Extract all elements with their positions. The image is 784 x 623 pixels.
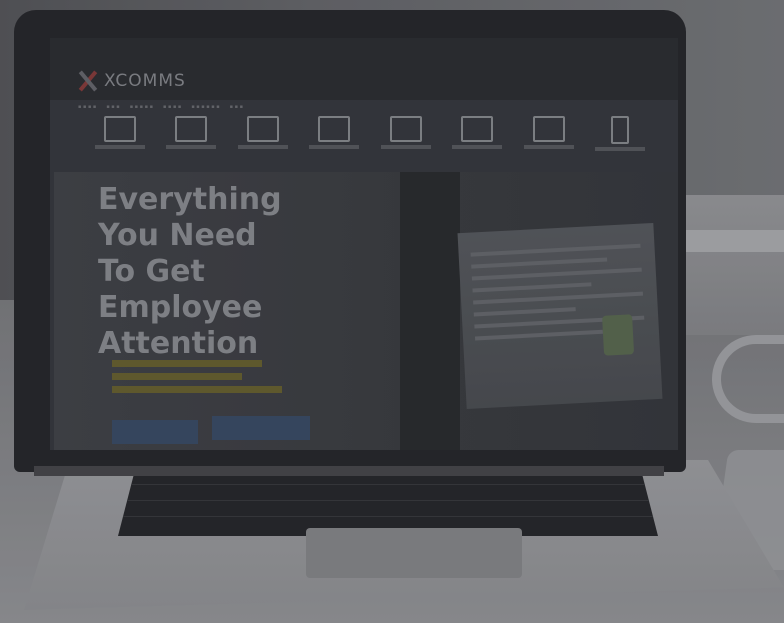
dim-overlay bbox=[0, 0, 784, 623]
photo-scene: XCOMMS ▪ ▪ ▪ ▪ ▪ ▪ ▪ ▪ ▪ ▪ ▪ ▪ ▪ ▪ ▪ ▪ ▪… bbox=[0, 0, 784, 623]
